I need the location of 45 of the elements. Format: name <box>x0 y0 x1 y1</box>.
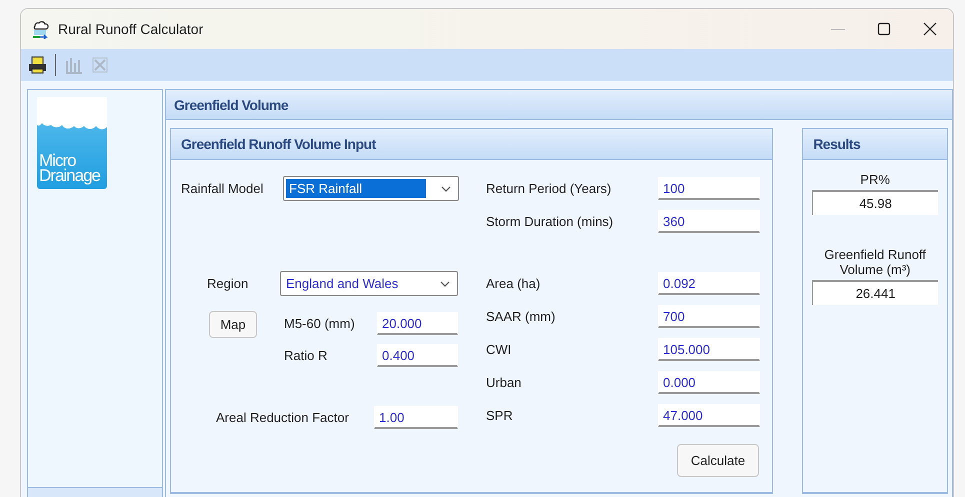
caret-icon <box>441 186 451 192</box>
cross-icon <box>90 55 110 75</box>
group-header: Results <box>803 129 947 160</box>
input-field[interactable]: 360 <box>658 210 760 233</box>
input-field[interactable]: 0.400 <box>377 344 458 367</box>
field-label: Area (ha) <box>486 276 542 291</box>
field-label: Rainfall Model <box>181 181 264 196</box>
logo-text: Drainage <box>39 168 102 183</box>
dropdown[interactable]: FSR Rainfall <box>283 176 459 201</box>
field-label: Storm Duration (mins) <box>486 214 614 229</box>
field-label: Region <box>207 276 250 291</box>
cloud-rain-icon <box>31 19 51 39</box>
dropdown[interactable]: England and Wales <box>280 271 458 296</box>
field-label: Return Period (Years) <box>486 181 612 196</box>
group-header: Greenfield Runoff Volume Input <box>171 129 772 160</box>
input-field[interactable]: 1.00 <box>374 406 458 429</box>
input-field[interactable]: 0.000 <box>658 371 760 394</box>
field-label: SAAR (mm) <box>486 309 556 324</box>
maximize-icon <box>877 22 891 36</box>
field-label: Ratio R <box>284 348 328 363</box>
close-icon <box>923 22 937 36</box>
field-label: M5-60 (mm) <box>284 316 356 331</box>
window-title: Rural Runoff Calculator <box>58 21 204 37</box>
map-button[interactable]: Map <box>209 311 257 338</box>
input-field[interactable]: 0.092 <box>658 272 760 295</box>
logo-text: Micro <box>39 153 76 168</box>
input-field[interactable]: 20.000 <box>377 312 458 335</box>
caret-icon <box>440 280 450 286</box>
result-label: Greenfield Runoff Volume (m³) <box>823 247 927 277</box>
printer-icon <box>27 55 47 75</box>
field-label: Areal Reduction Factor <box>216 410 350 425</box>
input-field[interactable]: 47.000 <box>658 404 760 427</box>
result-value: 26.441 <box>812 280 938 305</box>
minimize-icon <box>831 28 845 30</box>
result-label: PR% <box>860 172 890 187</box>
input-field[interactable]: 105.000 <box>658 338 760 361</box>
field-label: SPR <box>486 408 514 423</box>
result-value: 45.98 <box>812 190 938 215</box>
section-header: Greenfield Volume <box>166 90 952 120</box>
bar-chart-icon <box>64 55 84 75</box>
input-field[interactable]: 700 <box>658 305 760 328</box>
input-field[interactable]: 100 <box>658 177 760 200</box>
field-label: Urban <box>486 375 522 390</box>
calculate-button[interactable]: Calculate <box>677 444 759 477</box>
field-label: CWI <box>486 342 512 357</box>
